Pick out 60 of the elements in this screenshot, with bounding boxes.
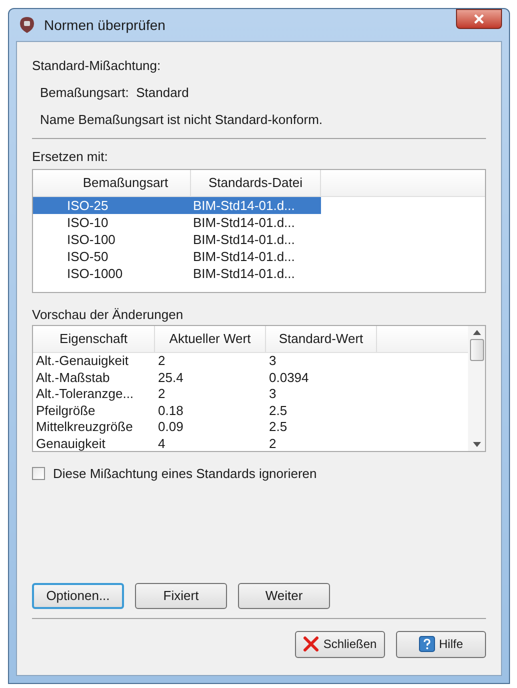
table-cell-text: Alt.-Genauigkeit xyxy=(35,353,130,370)
column-header[interactable]: Bemaßungsart xyxy=(61,170,191,196)
table-cell-text: 0.0394 xyxy=(268,370,310,386)
table-cell-text: 25.4 xyxy=(157,370,184,386)
list-row[interactable]: ISO-10 BIM-Std14-01.d... xyxy=(33,214,321,231)
action-button[interactable]: Fixiert xyxy=(135,582,227,608)
table-cell-text: BIM-Std14-01.d... xyxy=(192,196,296,215)
app-icon xyxy=(18,16,36,34)
scroll-thumb[interactable] xyxy=(470,339,484,361)
scroll-down-icon[interactable] xyxy=(472,442,480,447)
replace-label: Ersetzen mit: xyxy=(32,148,109,166)
table-cell-text: ISO-100 xyxy=(66,230,116,249)
table-cell-text: BIM-Std14-01.d... xyxy=(192,248,296,266)
action-button[interactable]: Weiter xyxy=(238,582,330,608)
table-cell-text: ISO-25 xyxy=(66,196,110,215)
table-cell-text: 0.18 xyxy=(157,402,184,419)
table-cell-text: ISO-10 xyxy=(66,214,110,232)
action-button[interactable]: Optionen... xyxy=(32,582,124,608)
table-cell-text: BIM-Std14-01.d... xyxy=(192,230,296,249)
ignore-checkbox[interactable] xyxy=(32,467,45,480)
column-header[interactable]: Standard-Wert xyxy=(266,326,377,352)
table-cell-text: 0.09 xyxy=(157,419,184,436)
checkbox-label: Diese Mißachtung eines Standards ignorieren xyxy=(53,465,317,483)
table-cell-text: 2 xyxy=(157,386,166,402)
table-cell-text: 3 xyxy=(268,386,278,402)
table-cell-text: Mittelkreuzgröße xyxy=(35,419,134,436)
violation-detail: Bemaßungsart: Standard xyxy=(39,84,190,102)
table-cell-text: ISO-1000 xyxy=(66,264,124,283)
table-cell-text: Alt.-Maßstab xyxy=(35,370,111,386)
footer-button[interactable]: Schließen xyxy=(295,630,385,658)
help-icon xyxy=(418,636,435,652)
table-cell-text: 2.5 xyxy=(268,402,288,419)
close-icon xyxy=(303,636,320,652)
table-cell-text: 4 xyxy=(157,436,166,451)
table-cell-text: BIM-Std14-01.d... xyxy=(192,264,296,283)
scrollbar[interactable] xyxy=(468,326,485,451)
table-cell-text: BIM-Std14-01.d... xyxy=(192,214,296,232)
violation-message: Name Bemaßungsart ist nicht Standard-konform. xyxy=(39,111,324,129)
table-cell-text: ISO-50 xyxy=(66,248,110,266)
window-title: Normen überprüfen xyxy=(44,16,166,35)
table-cell-text: 2 xyxy=(157,353,166,370)
footer-button[interactable]: Hilfe xyxy=(396,630,486,658)
column-header[interactable]: Standards-Datei xyxy=(191,170,321,196)
table-cell-text: 2.5 xyxy=(268,419,288,436)
list-row[interactable]: ISO-1000 BIM-Std14-01.d... xyxy=(33,265,321,282)
violation-heading: Standard-Mißachtung: xyxy=(32,57,162,75)
list-row[interactable]: ISO-50 BIM-Std14-01.d... xyxy=(33,248,321,265)
preview-label: Vorschau der Änderungen xyxy=(32,306,184,324)
close-icon xyxy=(474,14,484,24)
scroll-up-icon[interactable] xyxy=(472,330,480,335)
close-button[interactable] xyxy=(456,9,502,29)
table-cell-text: Pfeilgröße xyxy=(35,402,96,419)
table-cell-text: 3 xyxy=(268,353,278,370)
list-row[interactable]: ISO-100 BIM-Std14-01.d... xyxy=(33,231,321,248)
column-header[interactable]: Eigenschaft xyxy=(33,326,155,352)
column-header[interactable]: Aktueller Wert xyxy=(155,326,266,352)
table-cell-text: Genauigkeit xyxy=(35,436,106,451)
table-cell-text: Alt.-Toleranzge... xyxy=(35,386,135,402)
list-row[interactable]: ISO-25 BIM-Std14-01.d... xyxy=(33,197,321,214)
table-cell-text: 2 xyxy=(268,436,278,451)
